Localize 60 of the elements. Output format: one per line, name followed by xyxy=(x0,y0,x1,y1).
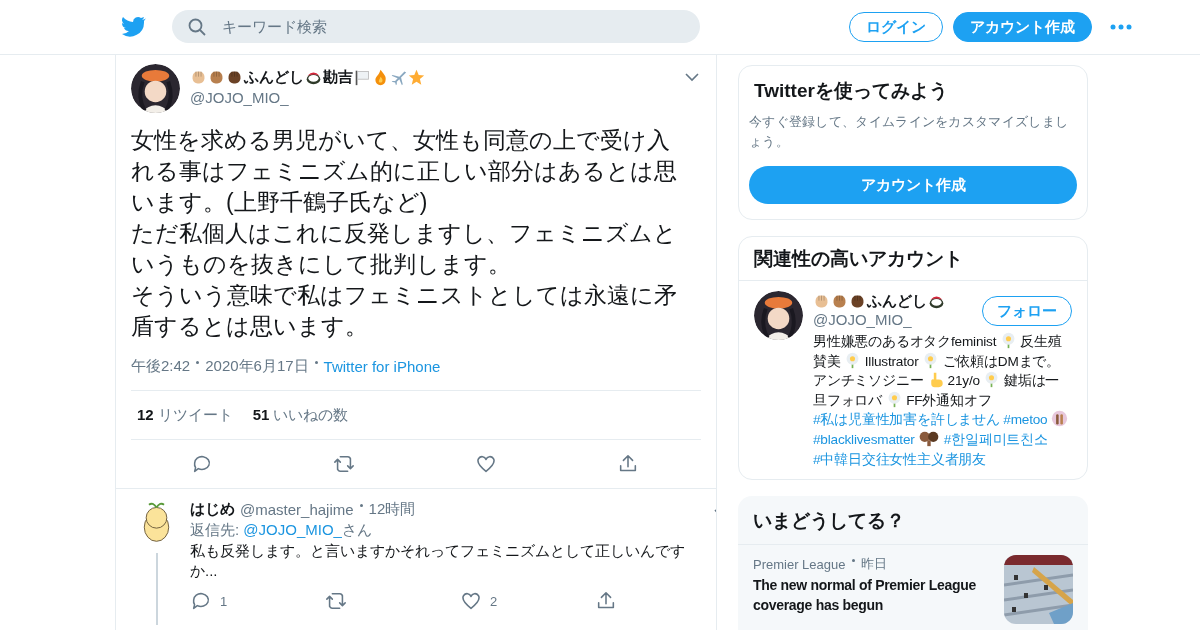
retweet-icon[interactable] xyxy=(333,453,355,475)
display-name: はじめ xyxy=(190,499,235,519)
separator-dot xyxy=(359,503,363,507)
user-handle: @master_hajime xyxy=(240,500,354,518)
separator-dot xyxy=(851,558,855,562)
source-link[interactable]: Twitter for iPhone xyxy=(323,357,441,375)
display-name: 勘吉 xyxy=(323,67,353,87)
hashtag-link[interactable]: #私は児童性加害を許しません xyxy=(813,412,1000,428)
chevron-icon[interactable] xyxy=(685,72,699,82)
card-title: Twitterを使ってみよう xyxy=(753,79,949,103)
hashtag-link[interactable]: #中韓日交往女性主义者朋友 xyxy=(813,451,986,467)
hashtag-link[interactable]: #한일페미트친소 xyxy=(943,431,1048,447)
trend-headline[interactable]: The new normal of Premier League coverage has begun xyxy=(753,575,994,616)
search-icon xyxy=(188,18,206,36)
signup-button[interactable]: アカウント作成 xyxy=(749,166,1077,204)
tweet-text: 女性を求める男児がいて、女性も同意の上で受け入れる事はフェミニズム的に正しい部分はあるとは思います。(上野千鶴子氏など) xyxy=(131,126,678,217)
separator-dot xyxy=(314,360,318,364)
card-title: いまどうしてる？ xyxy=(753,509,906,534)
action-count: 2 xyxy=(490,593,498,609)
retweet-icon[interactable] xyxy=(325,590,347,612)
mention-link[interactable]: @JOJO_MIO_ xyxy=(243,521,342,538)
signup-button[interactable]: アカウント作成 xyxy=(953,11,1092,42)
hand-icon xyxy=(1051,410,1069,428)
like-count[interactable]: 51 いいねの数 xyxy=(252,405,349,425)
card-subtitle: 今すぐ登録して、タイムラインをカスタマイズしましょう。 xyxy=(749,113,1070,151)
bird-logo-icon xyxy=(120,15,146,38)
trend-source: Premier League xyxy=(753,556,846,572)
flag-icon xyxy=(354,68,371,86)
heart-icon[interactable] xyxy=(475,453,497,475)
heart-icon[interactable] xyxy=(460,590,482,612)
hashtag-link[interactable]: #blacklivesmatter xyxy=(813,431,915,447)
fists-icon xyxy=(918,429,941,447)
tweet-text: ただ私個人はこれに反発しますし、フェミニズムというものを抜きにして批判します。 xyxy=(131,219,678,279)
reply-time: 12時間 xyxy=(368,499,416,519)
user-handle: @JOJO_MIO_ xyxy=(190,89,289,106)
reply-text: 私も反発します。と言いますかそれってフェミニズムとして正しいんですか... xyxy=(190,541,686,581)
avatar-icon xyxy=(754,291,803,340)
reply-icon[interactable] xyxy=(191,453,213,475)
card-title: 関連性の高いアカウント xyxy=(754,247,964,271)
retweet-count[interactable]: 12 リツイート xyxy=(137,405,233,425)
reply-to-text: 返信先: @JOJO_MIO_さん xyxy=(190,520,373,540)
star-icon xyxy=(408,68,425,86)
search-field[interactable]: キーワード検索 xyxy=(172,10,700,43)
tweet-text: そういう意味で私はフェミニストとしては永遠に矛盾するとは思います。 xyxy=(131,281,678,341)
follow-button[interactable]: フォロー xyxy=(982,296,1072,326)
display-name: ふんどし xyxy=(867,291,927,311)
user-handle: @JOJO_MIO_ xyxy=(813,311,912,328)
separator-dot xyxy=(196,360,200,364)
display-name: ふんどし xyxy=(244,67,304,87)
reply-icon[interactable] xyxy=(190,590,212,612)
account-bio: 男性嫌悪のあるオタクfeminist 反生殖賛美 Illustrator ご依頼はDMまで。アンチミソジニー 21y/o 鍵垢は一旦フォロバ FF外通知オフ #私は児童性加害を許しません #metoo #blacklivesmatter #한일페미트친소 #中韓日交往女性主义者朋友 xyxy=(813,332,1072,470)
tweet-date: 2020年6月17日 xyxy=(205,356,309,376)
more-icon[interactable] xyxy=(1110,23,1132,30)
action-count: 1 xyxy=(220,593,228,609)
hashtag-link[interactable]: #metoo xyxy=(1003,412,1048,428)
avatar-icon xyxy=(131,64,180,113)
tweet-time: 午後2:42 xyxy=(131,356,191,376)
fire-icon xyxy=(372,68,389,86)
trend-time: 昨日 xyxy=(860,555,887,574)
login-button[interactable]: ログイン xyxy=(849,11,943,42)
